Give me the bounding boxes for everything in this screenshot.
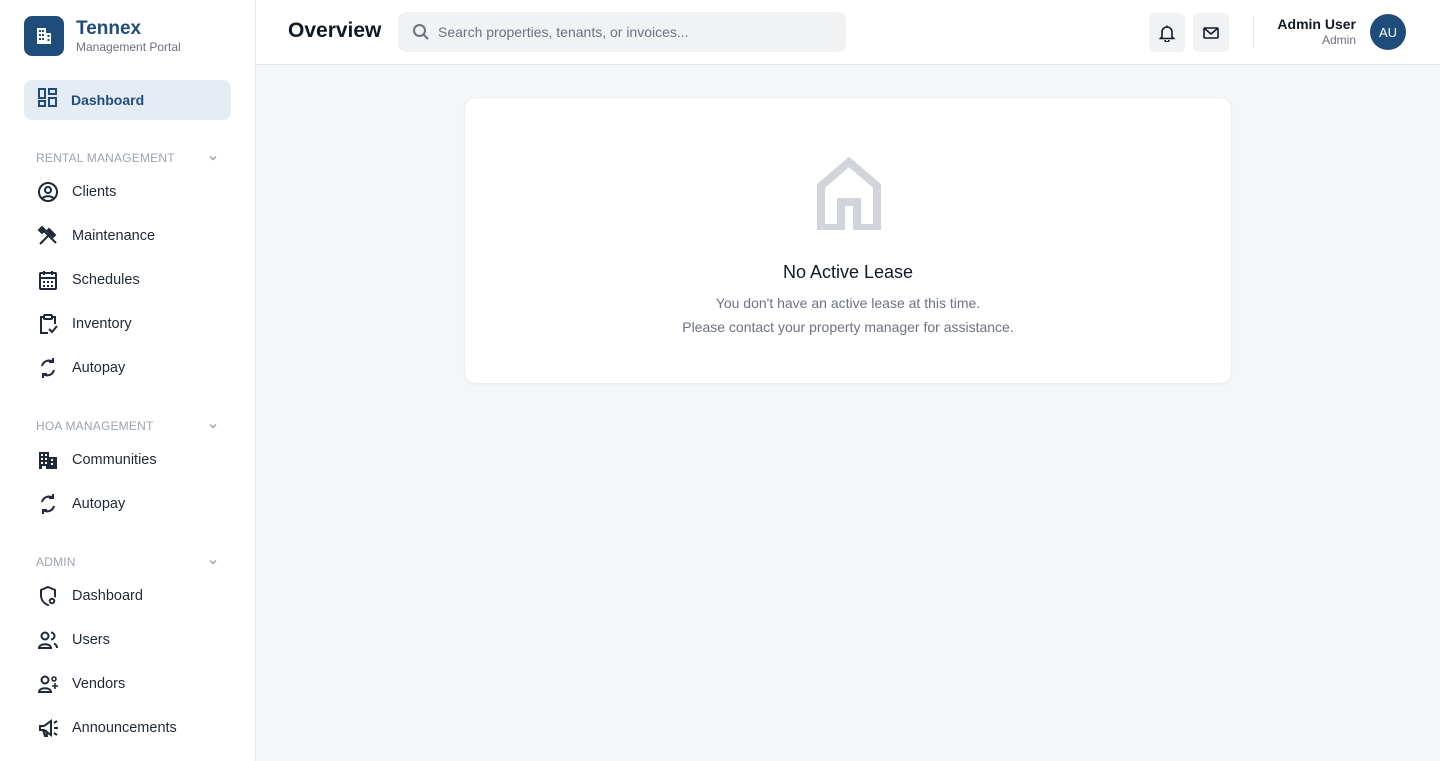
dashboard-grid-icon bbox=[37, 87, 58, 113]
tools-icon bbox=[37, 225, 59, 247]
brand-subtitle: Management Portal bbox=[76, 40, 181, 54]
sidebar-item-autopay[interactable]: Autopay bbox=[24, 350, 231, 386]
topbar-divider bbox=[1253, 16, 1254, 48]
empty-state-title: No Active Lease bbox=[782, 262, 914, 282]
chevron-down-icon bbox=[209, 559, 217, 565]
users-icon bbox=[37, 629, 59, 651]
user-info[interactable]: Admin User Admin bbox=[1277, 16, 1356, 47]
shield-gear-icon bbox=[37, 585, 59, 607]
sidebar-item-dashboard[interactable]: Dashboard bbox=[24, 80, 231, 120]
section-rental-management[interactable]: RENTAL MANAGEMENT bbox=[36, 150, 218, 166]
sidebar-item-inventory[interactable]: Inventory bbox=[24, 306, 231, 342]
sidebar-item-announcements[interactable]: Announcements bbox=[24, 710, 231, 746]
user-name: Admin User bbox=[1277, 16, 1356, 32]
user-role: Admin bbox=[1321, 33, 1356, 47]
refresh-icon bbox=[37, 493, 59, 515]
sidebar-item-communities[interactable]: Communities bbox=[24, 442, 231, 478]
section-hoa-management[interactable]: HOA MANAGEMENT bbox=[36, 418, 218, 434]
user-circle-icon bbox=[37, 181, 59, 203]
vendor-icon bbox=[37, 673, 59, 695]
megaphone-icon bbox=[37, 717, 59, 739]
section-admin[interactable]: ADMIN bbox=[36, 554, 218, 570]
avatar[interactable]: AU bbox=[1370, 14, 1406, 50]
sidebar-item-label: Dashboard bbox=[71, 92, 145, 108]
brand-name: Tennex bbox=[76, 18, 142, 39]
messages-button[interactable] bbox=[1193, 13, 1229, 52]
clipboard-check-icon bbox=[37, 313, 59, 335]
empty-state-card: No Active Lease You don't have an active… bbox=[464, 97, 1232, 384]
chevron-down-icon bbox=[209, 155, 217, 161]
sidebar-item-maintenance[interactable]: Maintenance bbox=[24, 218, 231, 254]
chevron-down-icon bbox=[209, 423, 217, 429]
sidebar-item-admin-dashboard[interactable]: Dashboard bbox=[24, 578, 231, 614]
empty-state-hint: Please contact your property manager for… bbox=[682, 319, 1014, 335]
refresh-icon bbox=[37, 357, 59, 379]
sidebar-item-clients[interactable]: Clients bbox=[24, 174, 231, 210]
building-logo-icon bbox=[24, 16, 64, 56]
notifications-button[interactable] bbox=[1149, 13, 1185, 52]
bell-icon bbox=[1158, 25, 1176, 42]
search-icon bbox=[413, 24, 429, 40]
search-input[interactable] bbox=[438, 24, 828, 40]
topbar: Overview Admin User Admin AU bbox=[256, 0, 1440, 65]
page-title: Overview bbox=[288, 19, 382, 42]
sidebar-item-hoa-autopay[interactable]: Autopay bbox=[24, 486, 231, 522]
brand[interactable]: Tennex Management Portal bbox=[24, 16, 181, 56]
house-icon bbox=[817, 156, 881, 230]
mail-icon bbox=[1203, 26, 1219, 39]
search-bar[interactable] bbox=[398, 12, 846, 52]
sidebar-item-schedules[interactable]: Schedules bbox=[24, 262, 231, 298]
sidebar-item-vendors[interactable]: Vendors bbox=[24, 666, 231, 702]
sidebar-item-users[interactable]: Users bbox=[24, 622, 231, 658]
empty-state-message: You don't have an active lease at this t… bbox=[715, 295, 981, 311]
sidebar: Tennex Management Portal Dashboard RENTA… bbox=[0, 0, 256, 761]
calendar-icon bbox=[37, 269, 59, 291]
building-icon bbox=[37, 449, 59, 471]
